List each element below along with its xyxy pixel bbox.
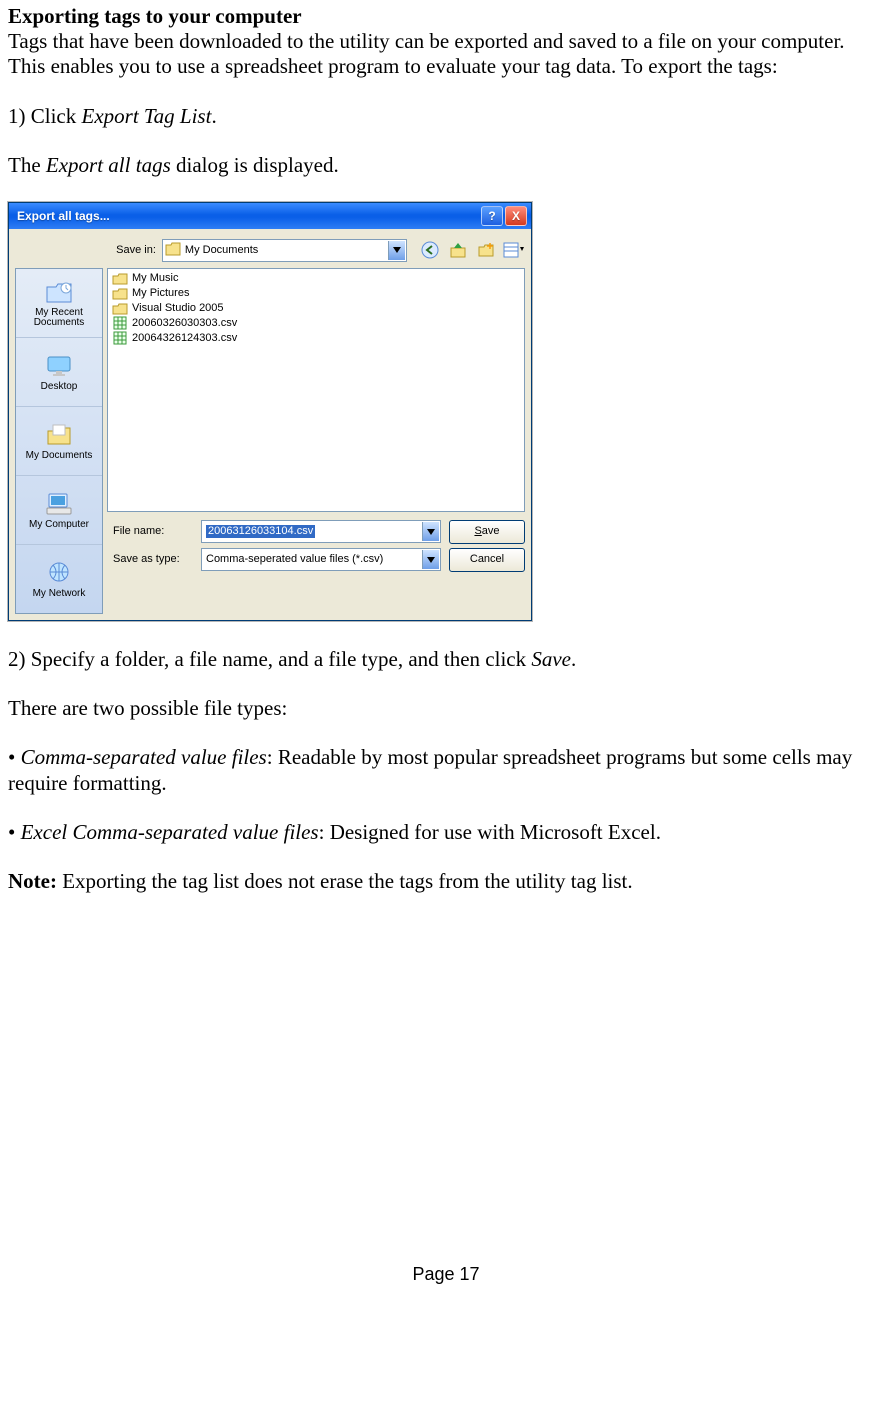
page-label: Page [412,1264,459,1284]
step-1-pre: 1) Click [8,104,82,128]
list-item[interactable]: My Pictures [110,286,522,301]
dialog-body: Save in: My Documents [9,229,531,620]
file-list[interactable]: My Music My Pictures Visua [107,268,525,512]
place-mydocs[interactable]: My Documents [16,407,102,476]
filetype-row: Save as type: Comma-seperated value file… [107,548,525,572]
mydocs-icon [43,421,75,449]
types-intro: There are two possible file types: [8,696,884,721]
intro-paragraph: Tags that have been downloaded to the ut… [8,29,884,79]
save-button-underline: S [474,526,481,537]
folder-icon [112,301,128,315]
type-b-em: Excel Comma-separated value files [21,820,319,844]
step-1-line2-post: dialog is displayed. [171,153,339,177]
step-1-em: Export Tag List [82,104,212,128]
section-heading: Exporting tags to your computer [8,4,884,29]
back-icon[interactable] [419,239,441,261]
help-button[interactable]: ? [481,206,503,226]
list-item[interactable]: 20060326030303.csv [110,316,522,331]
desktop-icon [43,352,75,380]
list-item[interactable]: Visual Studio 2005 [110,301,522,316]
page-number: Page 17 [8,1264,884,1286]
file-name: My Pictures [132,288,189,299]
filename-row: File name: 20063126033104.csv Save [107,520,525,544]
right-column: My Music My Pictures Visua [107,268,525,614]
help-icon: ? [488,210,495,222]
close-icon: X [512,210,520,222]
network-icon [43,559,75,587]
save-button-rest: ave [482,526,500,537]
page-num: 17 [460,1264,480,1284]
place-mynetwork[interactable]: My Network [16,545,102,613]
place-mynetwork-label: My Network [33,589,86,599]
place-desktop-label: Desktop [41,382,78,392]
filetype-label: Save as type: [107,554,193,565]
place-mydocs-label: My Documents [26,451,93,461]
type-a-em: Comma-separated value files [21,745,267,769]
main-area: My Recent Documents Desktop My Documents [15,268,525,614]
place-mycomputer[interactable]: My Computer [16,476,102,545]
note-rest: Exporting the tag list does not erase th… [57,869,633,893]
step-2: 2) Specify a folder, a file name, and a … [8,647,884,672]
csv-file-icon [112,331,128,345]
file-name: 20060326030303.csv [132,318,237,329]
filename-value: 20063126033104.csv [206,525,315,538]
cancel-button[interactable]: Cancel [449,548,525,572]
save-in-value: My Documents [185,245,258,256]
step-1-line2-em: Export all tags [46,153,171,177]
type-b-desc: : Designed for use with Microsoft Excel. [319,820,661,844]
type-b: • Excel Comma-separated value files: Des… [8,820,884,845]
folder-icon [112,271,128,285]
folder-icon [112,286,128,300]
recent-icon [43,278,75,306]
save-button[interactable]: Save [449,520,525,544]
list-item[interactable]: 20064326124303.csv [110,331,522,346]
place-recent-label: My Recent Documents [18,308,100,328]
filetype-value: Comma-seperated value files (*.csv) [206,554,383,565]
place-desktop[interactable]: Desktop [16,338,102,407]
cancel-button-label: Cancel [470,554,504,565]
step-1-line2-pre: The [8,153,46,177]
filename-label: File name: [107,526,193,537]
step-1: 1) Click Export Tag List. [8,104,884,129]
save-in-label: Save in: [107,245,156,256]
save-in-row: Save in: My Documents [107,239,525,262]
close-button[interactable]: X [505,206,527,226]
step-1-post: . [211,104,216,128]
type-a: • Comma-separated value files: Readable … [8,745,884,795]
step-2-em: Save [531,647,571,671]
new-folder-icon[interactable] [475,239,497,261]
dialog-title: Export all tags... [13,210,479,222]
file-name: My Music [132,273,178,284]
save-in-combo[interactable]: My Documents [162,239,407,262]
views-icon[interactable] [503,239,525,261]
csv-file-icon [112,316,128,330]
file-name: Visual Studio 2005 [132,303,224,314]
place-recent[interactable]: My Recent Documents [16,269,102,338]
computer-icon [43,490,75,518]
note-bold: Note: [8,869,57,893]
step-2-pre: 2) Specify a folder, a file name, and a … [8,647,531,671]
toolbar-icons [419,239,525,261]
titlebar: Export all tags... ? X [9,203,531,229]
file-name: 20064326124303.csv [132,333,237,344]
chevron-down-icon [422,550,439,569]
export-dialog: Export all tags... ? X Save in: My Docum… [8,202,532,621]
list-item[interactable]: My Music [110,271,522,286]
step-1-line2: The Export all tags dialog is displayed. [8,153,884,178]
chevron-down-icon [388,241,405,260]
folder-icon [165,242,181,259]
place-mycomputer-label: My Computer [29,520,89,530]
places-bar: My Recent Documents Desktop My Documents [15,268,103,614]
bottom-rows: File name: 20063126033104.csv Save [107,516,525,572]
up-one-level-icon[interactable] [447,239,469,261]
step-2-post: . [571,647,576,671]
note-line: Note: Exporting the tag list does not er… [8,869,884,894]
chevron-down-icon [422,522,439,541]
document-page: Exporting tags to your computer Tags tha… [0,0,892,1316]
filetype-select[interactable]: Comma-seperated value files (*.csv) [201,548,441,571]
filename-input[interactable]: 20063126033104.csv [201,520,441,543]
